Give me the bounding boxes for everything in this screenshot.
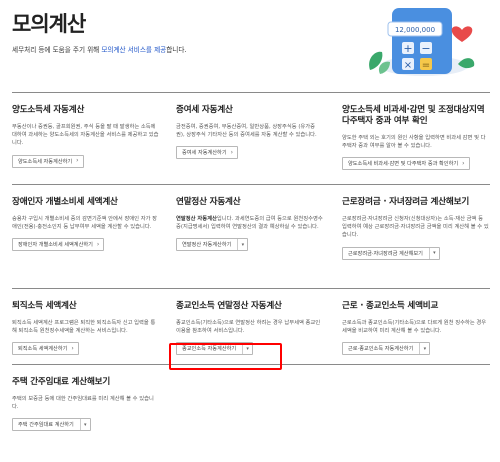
card-description: 승용차 구입시 개별소비세 중의 감면기준액 안에서 장애인 자가 장애인(전용…: [12, 216, 158, 231]
highlight-box: [169, 343, 282, 370]
card-title: 주택 간주임대료 계산해보기: [12, 377, 111, 387]
disabled-excise-tax-calc-button[interactable]: 장애인자 개별소비세 세액계산하기 ›: [12, 238, 105, 252]
deemed-rent-calc-select[interactable]: 주택 간주임대료 계산하기 ▾: [12, 418, 91, 432]
button-label: 증여세 자동계산하기: [182, 150, 227, 157]
button-label: 연말정산 자동계산하기: [182, 242, 232, 249]
leaf-left-small-icon: [378, 61, 390, 74]
retirement-income-calc-button[interactable]: 퇴직소득 세액계산하기 ›: [12, 342, 79, 356]
service-card: 주택 간주임대료 계산해보기 주택의 보증금 등에 대한 간주임대료를 미리 계…: [12, 365, 159, 432]
calculator-display-number: 12,000,000: [395, 26, 435, 34]
heart-icon: [451, 26, 473, 42]
chevron-down-icon: ▾: [237, 239, 247, 251]
chevron-right-icon: ›: [96, 240, 100, 248]
page-header: 모의계산 세무처리 등에 도움을 주기 위해 모의계산 서비스를 제공합니다.: [12, 10, 332, 54]
service-card: 연말정산 자동계산 연말정산 자동계산입니다. 과세연도중의 급여 등으로 원천…: [176, 185, 323, 252]
button-label: 퇴직소득 세액계산하기: [18, 346, 68, 353]
chevron-down-icon: ▾: [79, 419, 90, 431]
description-suffix: 합니다.: [166, 46, 187, 54]
capital-gains-calc-button[interactable]: 양도소득세 자동계산하기 ›: [12, 154, 84, 168]
year-end-settlement-select[interactable]: 연말정산 자동계산하기 ▾: [176, 238, 249, 252]
card-description: 연말정산 자동계산입니다. 과세연도중의 급여 등으로 원천징수영수증(지급명세…: [176, 215, 323, 231]
chevron-right-icon: ›: [462, 159, 465, 167]
button-label: 근로장려금·자녀장려금 계산해보기: [348, 250, 423, 257]
equals-icon: =: [422, 60, 430, 71]
incentive-calc-select[interactable]: 근로장려금·자녀장려금 계산해보기 ▾: [342, 246, 440, 260]
card-description: 퇴직소득 세액계산 프로그램은 퇴직한 퇴직소득자 신고 입력을 통해 퇴직소득…: [12, 320, 156, 335]
labor-religious-compare-select[interactable]: 근로·종교인소득 자동계산하기 ▾: [342, 342, 431, 356]
service-card: 근로 · 종교인소득 세액비교 근로소득과 종교인소득(기타소득)으로 다르게 …: [342, 289, 489, 356]
card-title: 양도소득세 자동계산: [12, 105, 85, 115]
button-label: 장애인자 개별소비세 세액계산하기: [18, 242, 93, 249]
minus-icon: −: [421, 42, 430, 55]
chevron-down-icon: ▾: [419, 343, 429, 355]
card-description-bold: 연말정산 자동계산: [176, 216, 217, 222]
service-card: 양도소득세 자동계산 부동산이나 증권등, 골프회원권, 주식 등을 팔 때 발…: [12, 93, 159, 168]
calculator-illustration: 12,000,000 + − × =: [369, 8, 475, 76]
card-title: 종교인소득 연말정산 자동계산: [176, 301, 282, 311]
card-title: 근로장려금 · 자녀장려금 계산해보기: [342, 197, 470, 207]
service-row: 양도소득세 자동계산 부동산이나 증권등, 골프회원권, 주식 등을 팔 때 발…: [12, 92, 490, 180]
card-description: 종교인소득(기타소득)으로 연말정산 하려는 경우 납부세액 종교인이용을 참조…: [176, 320, 321, 335]
description-highlight: 모의계산 서비스를 제공: [101, 46, 167, 54]
button-label: 근로·종교인소득 자동계산하기: [348, 346, 414, 353]
service-row: 장애인자 개별소비세 세액계산 승용차 구입시 개별소비세 중의 감면기준액 안…: [12, 184, 490, 272]
card-description: 부동산이나 증권등, 골프회원권, 주식 등을 팔 때 발생하는 소득에 대하여…: [12, 124, 159, 147]
plus-icon: +: [403, 42, 412, 55]
gift-tax-calc-button[interactable]: 증여세 자동계산하기 ›: [176, 146, 239, 160]
button-label: 양도소득세 비과세·감면 및 다주택자 중과 확인하기: [348, 161, 459, 168]
service-card: 양도소득세 비과세·감면 및 조정대상지역 다주택자 중과 여부 확인 양도한 …: [342, 93, 489, 171]
chevron-down-icon: ▾: [428, 247, 439, 259]
chevron-right-icon: ›: [230, 148, 234, 156]
card-title: 퇴직소득 세액계산: [12, 301, 77, 311]
card-description: 양도한 주택 외는 호기의 원인 사항을 입력하면 비과세 감면 및 다주택자 …: [342, 135, 486, 150]
chevron-right-icon: ›: [76, 157, 79, 165]
card-description: 금전증여, 증권증여, 부동산증여, 일반상품, 상장주식등 (유가증권), 상…: [176, 124, 317, 139]
times-icon: ×: [404, 60, 412, 71]
card-description: 주택의 보증금 등에 대한 간주임대료를 미리 계산해 볼 수 있습니다.: [12, 396, 154, 411]
button-label: 양도소득세 자동계산하기: [18, 158, 73, 165]
page-description: 세무처리 등에 도움을 주기 위해 모의계산 서비스를 제공합니다.: [12, 44, 332, 54]
chevron-right-icon: ›: [71, 344, 74, 352]
button-label: 주택 간주임대료 계산하기: [18, 422, 74, 429]
tax-exemption-check-button[interactable]: 양도소득세 비과세·감면 및 다주택자 중과 확인하기 ›: [342, 157, 470, 171]
card-description: 근로장려금·자녀장려금 신청자(신청대상자)는 소득·재산 금액 등 입력하여 …: [342, 216, 489, 239]
service-card: 근로장려금 · 자녀장려금 계산해보기 근로장려금·자녀장려금 신청자(신청대상…: [342, 185, 489, 260]
service-card: 장애인자 개별소비세 세액계산 승용차 구입시 개별소비세 중의 감면기준액 안…: [12, 185, 159, 252]
service-card: 퇴직소득 세액계산 퇴직소득 세액계산 프로그램은 퇴직한 퇴직소득자 신고 입…: [12, 289, 159, 356]
page-title: 모의계산: [12, 12, 86, 36]
card-title: 연말정산 자동계산: [176, 197, 241, 207]
service-row: 주택 간주임대료 계산해보기 주택의 보증금 등에 대한 간주임대료를 미리 계…: [12, 364, 490, 454]
description-prefix: 세무처리 등에 도움을 주기 위해: [12, 46, 102, 54]
card-description: 근로소득과 종교인소득(기타소득)으로 다르게 원천 징수하는 경우 세액을 비…: [342, 320, 487, 335]
card-title: 양도소득세 비과세·감면 및 조정대상지역 다주택자 중과 여부 확인: [342, 105, 485, 126]
card-title: 증여세 자동계산: [176, 105, 233, 115]
card-title: 근로 · 종교인소득 세액비교: [342, 301, 439, 311]
service-card: 증여세 자동계산 금전증여, 증권증여, 부동산증여, 일반상품, 상장주식등 …: [176, 93, 323, 160]
card-title: 장애인자 개별소비세 세액계산: [12, 197, 118, 207]
